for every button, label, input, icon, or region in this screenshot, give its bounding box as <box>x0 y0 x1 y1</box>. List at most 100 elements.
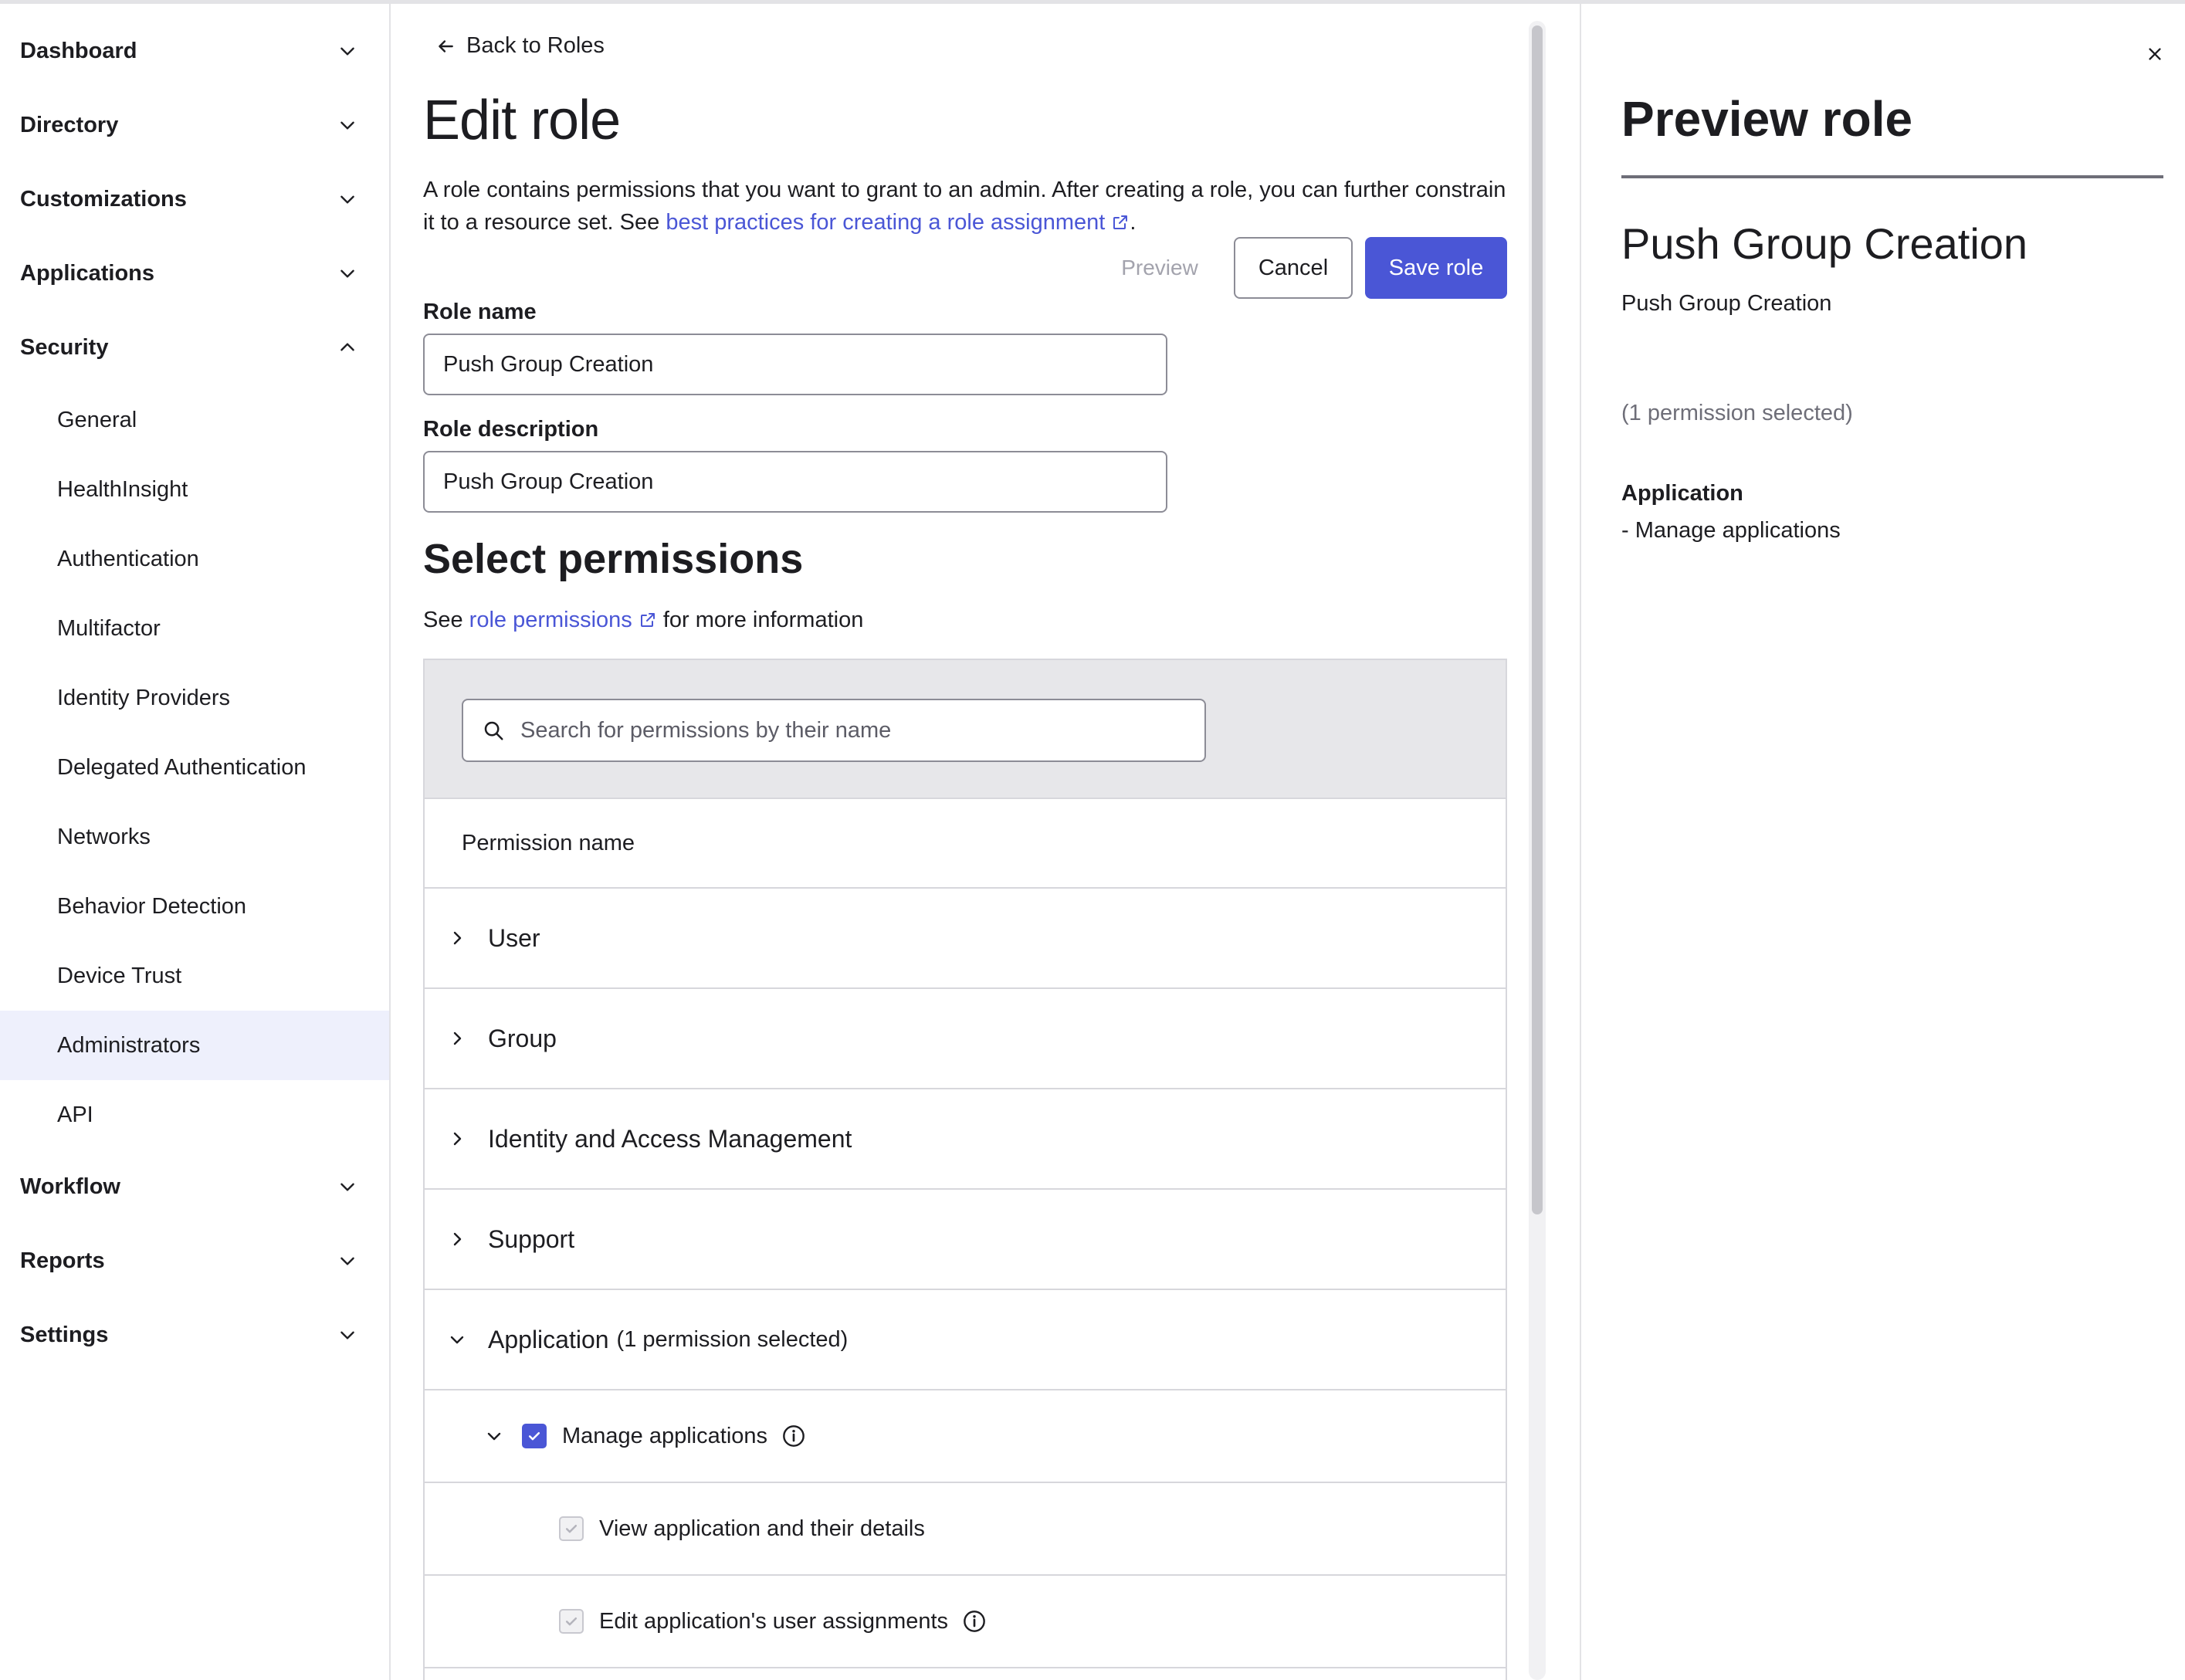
permission-row-view-applications: View application and their details <box>425 1483 1506 1576</box>
arrow-left-icon <box>439 39 453 52</box>
chevron-down-icon <box>337 188 358 210</box>
preview-button[interactable]: Preview <box>1104 237 1215 299</box>
permission-label: View application and their details <box>599 1516 925 1541</box>
chevron-down-icon <box>337 1250 358 1272</box>
role-permissions-link-label: role permissions <box>469 608 632 632</box>
divider <box>1621 175 2163 178</box>
select-permissions-title: Select permissions <box>423 536 804 582</box>
permissions-table: Permission name User Group Identity and … <box>423 659 1507 1680</box>
sidebar-section-customizations[interactable]: Customizations <box>0 162 389 236</box>
search-icon <box>484 721 503 740</box>
group-label: Identity and Access Management <box>488 1124 852 1153</box>
preview-group-label: Application <box>1621 481 1743 506</box>
external-link-icon <box>640 613 655 627</box>
hint-suffix: for more information <box>656 608 864 632</box>
chevron-down-icon[interactable] <box>483 1425 505 1447</box>
sidebar-section-directory[interactable]: Directory <box>0 88 389 162</box>
scrollbar-thumb[interactable] <box>1532 25 1543 1214</box>
sidebar-item-api[interactable]: API <box>0 1080 389 1150</box>
sidebar-section-label: Workflow <box>20 1174 120 1199</box>
chevron-down-icon <box>337 262 358 284</box>
view-applications-checkbox <box>559 1516 584 1541</box>
manage-applications-checkbox[interactable] <box>522 1424 547 1448</box>
sidebar-section-applications[interactable]: Applications <box>0 236 389 310</box>
chevron-down-icon <box>446 1329 468 1350</box>
preview-role-name: Push Group Creation <box>1621 219 2028 268</box>
sidebar: Dashboard Directory Customizations Appli… <box>0 4 391 1680</box>
checkmark-icon <box>565 1525 578 1533</box>
permission-search-input[interactable] <box>520 717 1184 743</box>
chevron-right-icon <box>446 1128 468 1150</box>
best-practices-link[interactable]: best practices for creating a role assig… <box>666 210 1130 235</box>
preview-role-description: Push Group Creation <box>1621 291 1832 316</box>
role-permissions-link[interactable]: role permissions <box>469 608 657 632</box>
intro-period: . <box>1130 210 1137 235</box>
permission-search[interactable] <box>462 699 1206 762</box>
chevron-up-icon <box>337 337 358 358</box>
permission-group-iam[interactable]: Identity and Access Management <box>425 1089 1506 1190</box>
sidebar-section-settings[interactable]: Settings <box>0 1298 389 1372</box>
group-label: User <box>488 923 540 952</box>
role-permissions-hint: See role permissions for more informatio… <box>423 608 863 633</box>
checkmark-icon <box>528 1432 540 1441</box>
sidebar-section-dashboard[interactable]: Dashboard <box>0 14 389 88</box>
save-role-button[interactable]: Save role <box>1365 237 1507 299</box>
cancel-button[interactable]: Cancel <box>1234 237 1353 299</box>
preview-panel: Preview role Push Group Creation Push Gr… <box>1580 4 2185 1680</box>
close-icon <box>2149 48 2161 60</box>
group-label: Group <box>488 1024 557 1052</box>
sidebar-item-administrators[interactable]: Administrators <box>0 1011 389 1080</box>
sidebar-item-networks[interactable]: Networks <box>0 802 389 872</box>
info-icon[interactable] <box>781 1424 806 1448</box>
sidebar-item-authentication[interactable]: Authentication <box>0 524 389 594</box>
role-name-label: Role name <box>423 300 537 324</box>
edit-user-assignments-checkbox <box>559 1609 584 1634</box>
sidebar-section-label: Security <box>20 334 109 360</box>
info-icon[interactable] <box>962 1609 987 1634</box>
sidebar-item-device-trust[interactable]: Device Trust <box>0 941 389 1011</box>
main-content: Back to Roles Edit role A role contains … <box>392 4 1581 1680</box>
role-description-input[interactable] <box>423 451 1167 513</box>
external-link-icon <box>1113 215 1128 229</box>
sidebar-item-identity-providers[interactable]: Identity Providers <box>0 663 389 733</box>
search-band <box>425 660 1506 799</box>
checkmark-icon <box>565 1617 578 1626</box>
sidebar-item-behavior-detection[interactable]: Behavior Detection <box>0 872 389 941</box>
sidebar-item-multifactor[interactable]: Multifactor <box>0 594 389 663</box>
sidebar-item-general[interactable]: General <box>0 385 389 455</box>
permission-group-support[interactable]: Support <box>425 1190 1506 1290</box>
intro-text: A role contains permissions that you wan… <box>423 174 1519 239</box>
role-description-label: Role description <box>423 417 599 442</box>
sidebar-section-reports[interactable]: Reports <box>0 1224 389 1298</box>
group-label: Application <box>488 1325 609 1353</box>
chevron-right-icon <box>446 927 468 949</box>
permission-group-group[interactable]: Group <box>425 989 1506 1089</box>
sidebar-section-label: Reports <box>20 1248 105 1273</box>
preview-permission-item: - Manage applications <box>1621 518 1841 543</box>
preview-permission-count: (1 permission selected) <box>1621 401 1853 425</box>
permission-name-header: Permission name <box>462 830 635 855</box>
sidebar-section-label: Directory <box>20 112 119 137</box>
sidebar-section-workflow[interactable]: Workflow <box>0 1150 389 1224</box>
sidebar-item-delegated-authentication[interactable]: Delegated Authentication <box>0 733 389 802</box>
chevron-right-icon <box>446 1228 468 1250</box>
sidebar-section-security[interactable]: Security <box>0 310 389 384</box>
sidebar-section-label: Dashboard <box>20 38 137 63</box>
role-name-input[interactable] <box>423 334 1167 395</box>
permission-group-user[interactable]: User <box>425 889 1506 989</box>
close-button[interactable] <box>2142 41 2168 67</box>
hint-prefix: See <box>423 608 469 632</box>
permission-row-edit-user-assignments: Edit application's user assignments <box>425 1576 1506 1668</box>
sidebar-item-healthinsight[interactable]: HealthInsight <box>0 455 389 524</box>
sidebar-section-label: Applications <box>20 260 155 286</box>
chevron-down-icon <box>337 114 358 136</box>
permission-label: Edit application's user assignments <box>599 1608 949 1634</box>
table-header: Permission name <box>425 799 1506 889</box>
page-title: Edit role <box>423 90 621 151</box>
sidebar-section-label: Customizations <box>20 186 187 212</box>
permission-group-application[interactable]: Application (1 permission selected) <box>425 1290 1506 1390</box>
chevron-down-icon <box>337 40 358 62</box>
chevron-down-icon <box>337 1176 358 1197</box>
back-to-roles-link[interactable]: Back to Roles <box>435 33 605 59</box>
back-link-label: Back to Roles <box>466 33 605 58</box>
